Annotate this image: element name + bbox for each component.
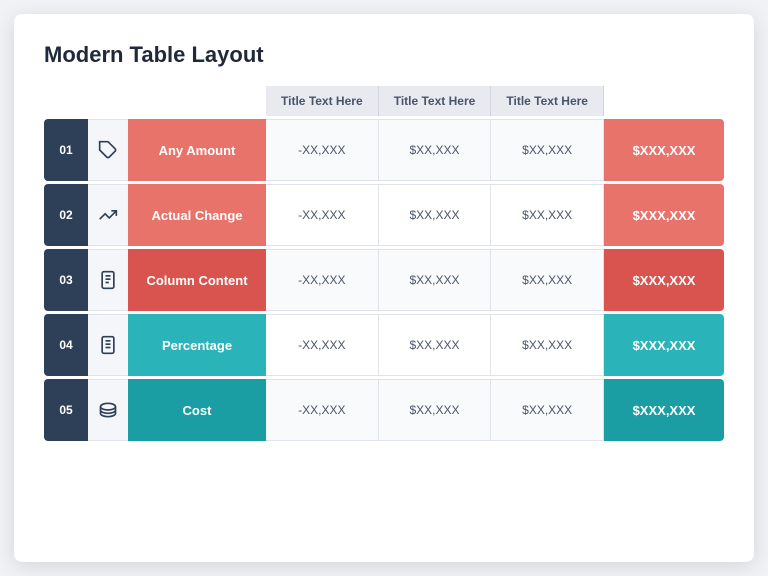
cell-02-1: -XX,XXX <box>266 184 379 246</box>
rows-container: 01 Any Amount -XX,XXX $XX,XXX $XX,XXX $X… <box>44 119 724 441</box>
cell-03-2: $XX,XXX <box>379 249 492 311</box>
result-cell-02: $XXX,XXX <box>604 184 724 246</box>
data-row-03: 03 Column Content -XX,XXX $XX,XXX $XX,XX… <box>44 249 724 311</box>
row-icon-05 <box>88 379 128 441</box>
header-col3: Title Text Here <box>491 86 604 116</box>
data-row-05: 05 Cost -XX,XXX $XX,XXX $XX,XXX $XXX,XXX <box>44 379 724 441</box>
row-label-03: Column Content <box>128 249 266 311</box>
header-row: Title Text Here Title Text Here Title Te… <box>44 86 724 116</box>
row-number-05: 05 <box>44 379 88 441</box>
row-label-01: Any Amount <box>128 119 266 181</box>
header-col2: Title Text Here <box>379 86 492 116</box>
cell-05-3: $XX,XXX <box>491 379 604 441</box>
cell-01-1: -XX,XXX <box>266 119 379 181</box>
cell-01-3: $XX,XXX <box>491 119 604 181</box>
row-icon-04 <box>88 314 128 376</box>
row-number-04: 04 <box>44 314 88 376</box>
row-label-05: Cost <box>128 379 266 441</box>
row-icon-02 <box>88 184 128 246</box>
result-cell-01: $XXX,XXX <box>604 119 724 181</box>
cell-05-1: -XX,XXX <box>266 379 379 441</box>
row-number-01: 01 <box>44 119 88 181</box>
cell-04-3: $XX,XXX <box>491 314 604 376</box>
row-label-04: Percentage <box>128 314 266 376</box>
slide-title: Modern Table Layout <box>44 42 724 68</box>
slide: Modern Table Layout Title Text Here Titl… <box>14 14 754 562</box>
data-row-04: 04 Percentage -XX,XXX $XX,XXX $XX,XXX $X… <box>44 314 724 376</box>
cell-02-3: $XX,XXX <box>491 184 604 246</box>
table-wrapper: Title Text Here Title Text Here Title Te… <box>44 86 724 441</box>
row-label-02: Actual Change <box>128 184 266 246</box>
cell-02-2: $XX,XXX <box>379 184 492 246</box>
cell-03-1: -XX,XXX <box>266 249 379 311</box>
result-cell-04: $XXX,XXX <box>604 314 724 376</box>
cell-03-3: $XX,XXX <box>491 249 604 311</box>
row-icon-01 <box>88 119 128 181</box>
data-row-02: 02 Actual Change -XX,XXX $XX,XXX $XX,XXX… <box>44 184 724 246</box>
data-row-01: 01 Any Amount -XX,XXX $XX,XXX $XX,XXX $X… <box>44 119 724 181</box>
header-col1: Title Text Here <box>266 86 379 116</box>
cell-04-2: $XX,XXX <box>379 314 492 376</box>
result-cell-05: $XXX,XXX <box>604 379 724 441</box>
row-number-02: 02 <box>44 184 88 246</box>
cell-05-2: $XX,XXX <box>379 379 492 441</box>
row-number-03: 03 <box>44 249 88 311</box>
cell-01-2: $XX,XXX <box>379 119 492 181</box>
cell-04-1: -XX,XXX <box>266 314 379 376</box>
result-cell-03: $XXX,XXX <box>604 249 724 311</box>
row-icon-03 <box>88 249 128 311</box>
